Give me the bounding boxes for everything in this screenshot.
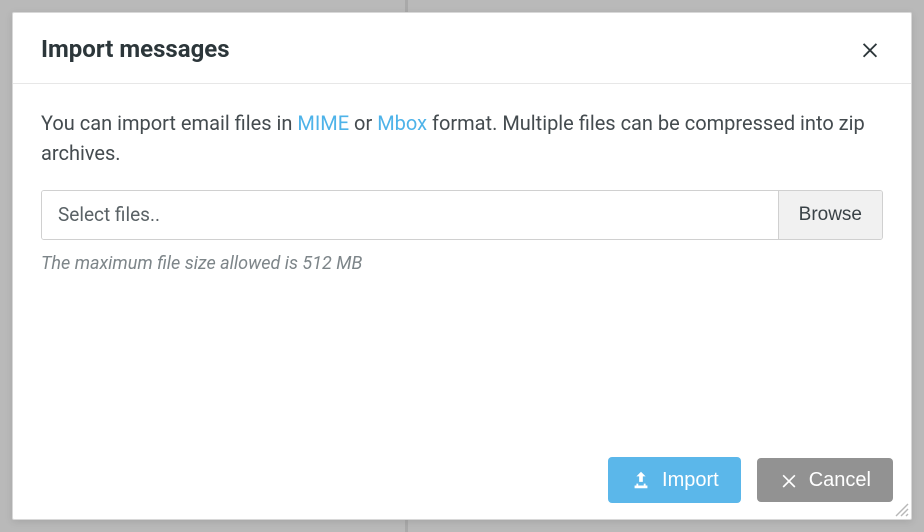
dialog-footer: Import Cancel <box>13 445 911 519</box>
dialog-title: Import messages <box>41 35 230 63</box>
mbox-link[interactable]: Mbox <box>377 111 427 135</box>
file-size-hint: The maximum file size allowed is 512 MB <box>41 250 883 277</box>
cancel-button[interactable]: Cancel <box>757 458 893 502</box>
import-messages-dialog: Import messages You can import email fil… <box>12 12 912 520</box>
import-button-label: Import <box>662 470 719 490</box>
description-text: You can import email files in MIME or Mb… <box>41 108 883 168</box>
dialog-header: Import messages <box>13 13 911 84</box>
browse-button[interactable]: Browse <box>778 191 882 239</box>
description-or: or <box>349 111 377 135</box>
dialog-body: You can import email files in MIME or Mb… <box>13 84 911 445</box>
description-pre: You can import email files in <box>41 111 297 135</box>
cancel-icon <box>779 470 799 490</box>
upload-icon <box>630 469 652 491</box>
cancel-button-label: Cancel <box>809 470 871 490</box>
modal-backdrop: Import messages You can import email fil… <box>0 0 924 532</box>
mime-link[interactable]: MIME <box>297 111 349 135</box>
file-input[interactable]: Select files.. <box>42 191 778 239</box>
close-icon <box>859 38 881 60</box>
import-button[interactable]: Import <box>608 457 741 503</box>
file-select-row: Select files.. Browse <box>41 190 883 240</box>
close-button[interactable] <box>857 36 883 62</box>
